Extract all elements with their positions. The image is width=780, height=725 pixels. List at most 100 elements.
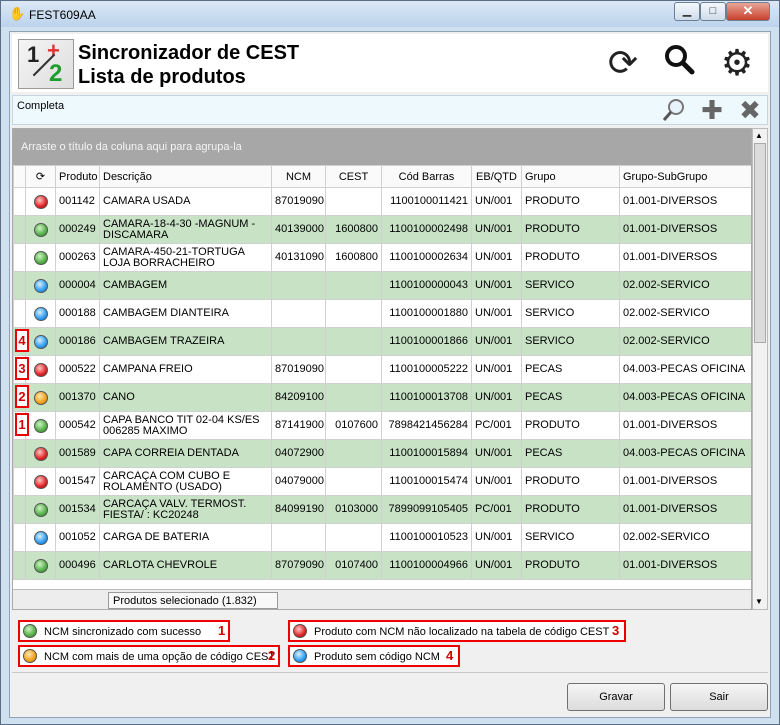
descricao-cell: CAMPANA FREIO: [99, 355, 272, 384]
descricao-cell: CAPA BANCO TIT 02-04 KS/ES 006285 MAXIMO: [99, 411, 272, 440]
column-header-cest[interactable]: CEST: [325, 165, 382, 188]
barras-cell: 1100100000043: [381, 271, 472, 300]
descricao-cell: CAMBAGEM: [99, 271, 272, 300]
blue-dot-icon: [293, 649, 307, 663]
table-row[interactable]: 001534 CARCAÇA VALV. TERMOST. FIESTA/ : K…: [13, 495, 751, 524]
grupo-cell: SERVICO: [521, 271, 620, 300]
cest-cell: [325, 523, 382, 552]
scroll-up-icon[interactable]: ▲: [755, 131, 763, 140]
descricao-cell: CANO: [99, 383, 272, 412]
produto-cell: 001370: [55, 383, 100, 412]
table-row[interactable]: 000522 CAMPANA FREIO 87019090 1100100005222…: [13, 355, 751, 384]
barras-cell: 1100100002634: [381, 243, 472, 272]
legend-item-red: Produto com NCM não localizado na tabela…: [288, 620, 626, 642]
table-row[interactable]: 001052 CARGA DE BATERIA 1100100010523 UN/00…: [13, 523, 751, 552]
cest-cell: 0107400: [325, 551, 382, 580]
column-header-descricao[interactable]: Descrição: [99, 165, 272, 188]
ncm-cell: 84099190: [271, 495, 326, 524]
row-indicator: [13, 495, 26, 524]
legend-number: 3: [612, 623, 620, 638]
column-header-ncm[interactable]: NCM: [271, 165, 326, 188]
column-header-subgrupo[interactable]: Grupo-SubGrupo: [619, 165, 751, 188]
close-icon[interactable]: ✖: [735, 97, 765, 124]
column-header-produto[interactable]: Produto: [55, 165, 100, 188]
row-indicator: [13, 271, 26, 300]
legend-text: Produto com NCM não localizado na tabela…: [314, 626, 610, 638]
red-dot-icon: [33, 474, 48, 489]
red-dot-icon: [293, 624, 307, 638]
ebqtd-cell: PC/001: [471, 495, 522, 524]
column-header-barras[interactable]: Cód Barras: [381, 165, 472, 188]
descricao-cell: CARLOTA CHEVROLE: [99, 551, 272, 580]
status-cell: [25, 187, 56, 216]
sync-icon[interactable]: ⟳: [602, 42, 644, 84]
legend-text: Produto sem código NCM: [314, 651, 440, 663]
table-header-row: ⟳ Produto Descrição NCM CEST Cód Barras …: [13, 165, 751, 188]
grupo-cell: PECAS: [521, 383, 620, 412]
row-marker: 1: [15, 413, 29, 436]
table-row[interactable]: 000263 CAMARA-450-21-TORTUGA LOJA BORRACH…: [13, 243, 751, 272]
blue-dot-icon: [33, 306, 48, 321]
table-row[interactable]: 001142 CAMARA USADA 87019090 1100100011421 U…: [13, 187, 751, 216]
subgrupo-cell: 04.003-PECAS OFICINA: [619, 355, 751, 384]
legend-item-green: NCM sincronizado com sucesso 1: [18, 620, 230, 642]
ebqtd-cell: UN/001: [471, 355, 522, 384]
produto-cell: 001142: [55, 187, 100, 216]
gear-icon[interactable]: ⚙: [716, 42, 758, 84]
title-bar[interactable]: ✋ FEST609AA ▁ □ ✕: [1, 1, 779, 27]
save-button[interactable]: Gravar: [567, 683, 665, 711]
page-subtitle: Lista de produtos: [78, 66, 246, 88]
table-row[interactable]: 000496 CARLOTA CHEVROLE 87079090 0107400 110…: [13, 551, 751, 580]
status-cell: [25, 327, 56, 356]
status-header[interactable]: ⟳: [25, 165, 56, 188]
orange-dot-icon: [33, 390, 48, 405]
row-indicator: [13, 439, 26, 468]
table-row[interactable]: 001370 CANO 84209100 1100100013708 UN/001 PEC…: [13, 383, 751, 412]
search-icon[interactable]: [658, 42, 700, 84]
maximize-button[interactable]: □: [700, 2, 726, 21]
cest-cell: 0103000: [325, 495, 382, 524]
table-row[interactable]: 000188 CAMBAGEM DIANTEIRA 1100100001880 UN/…: [13, 299, 751, 328]
produto-cell: 001589: [55, 439, 100, 468]
column-header-grupo[interactable]: Grupo: [521, 165, 620, 188]
magnifier-icon[interactable]: [659, 97, 689, 124]
table-row[interactable]: 000004 CAMBAGEM 1100100000043 UN/001 SERVICO…: [13, 271, 751, 300]
cest-cell: [325, 327, 382, 356]
table-row[interactable]: 000249 CAMARA-18-4-30 -MAGNUM -DISCAMARA 4…: [13, 215, 751, 244]
barras-cell: 1100100002498: [381, 215, 472, 244]
vertical-scrollbar[interactable]: ▲ ▼: [752, 128, 768, 610]
group-by-panel[interactable]: Arraste o título da coluna aqui para agr…: [13, 129, 751, 165]
scroll-down-icon[interactable]: ▼: [755, 597, 763, 606]
table-row[interactable]: 000542 CAPA BANCO TIT 02-04 KS/ES 006285 …: [13, 411, 751, 440]
exit-button[interactable]: Sair: [670, 683, 768, 711]
produto-cell: 000188: [55, 299, 100, 328]
ebqtd-cell: UN/001: [471, 327, 522, 356]
status-cell: [25, 551, 56, 580]
plus-icon[interactable]: ✚: [697, 97, 727, 124]
green-dot-icon: [23, 624, 37, 638]
produto-cell: 001547: [55, 467, 100, 496]
table-row[interactable]: 001589 CAPA CORREIA DENTADA 04072900 110010…: [13, 439, 751, 468]
grupo-cell: SERVICO: [521, 299, 620, 328]
descricao-cell: CARCAÇA COM CUBO E ROLAMENTO (USADO): [99, 467, 272, 496]
barras-cell: 1100100001880: [381, 299, 472, 328]
logo-two: 2: [49, 60, 63, 87]
cest-cell: [325, 299, 382, 328]
row-indicator: [13, 243, 26, 272]
row-marker: 4: [15, 329, 29, 352]
subgrupo-cell: 01.001-DIVERSOS: [619, 243, 751, 272]
scroll-thumb[interactable]: [754, 143, 766, 343]
subgrupo-cell: 01.001-DIVERSOS: [619, 495, 751, 524]
close-window-button[interactable]: ✕: [726, 2, 770, 21]
table-row[interactable]: 001547 CARCAÇA COM CUBO E ROLAMENTO (USAD…: [13, 467, 751, 496]
orange-dot-icon: [23, 649, 37, 663]
client-area: 1 + 2 Sincronizador de CEST Lista de pro…: [9, 31, 771, 718]
column-header-ebqtd[interactable]: EB/QTD: [471, 165, 522, 188]
ncm-cell: [271, 299, 326, 328]
minimize-button[interactable]: ▁: [674, 2, 700, 21]
sync-icon: ⟳: [35, 171, 46, 183]
cest-cell: [325, 439, 382, 468]
barras-cell: 7899099105405: [381, 495, 472, 524]
blue-dot-icon: [33, 530, 48, 545]
table-row[interactable]: 000186 CAMBAGEM TRAZEIRA 1100100001866 UN/0…: [13, 327, 751, 356]
